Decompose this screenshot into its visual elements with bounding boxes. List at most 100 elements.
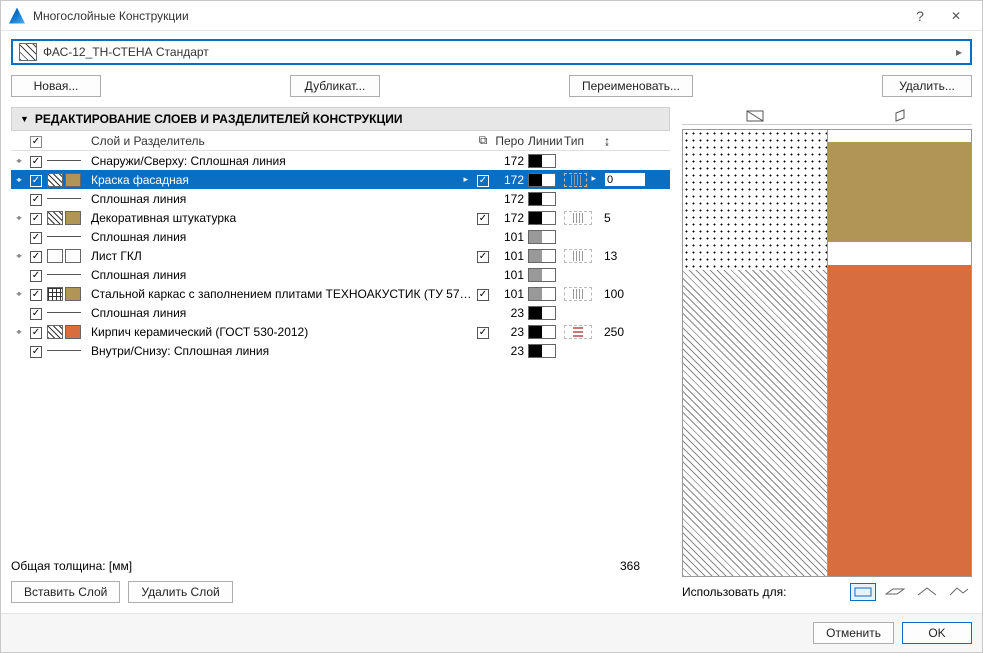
insert-layer-button[interactable]: Вставить Слой bbox=[11, 581, 120, 603]
col-lines[interactable]: Линии bbox=[528, 134, 564, 148]
row-name: Сплошная линия bbox=[87, 230, 472, 244]
thickness-value[interactable]: 13 bbox=[600, 249, 650, 263]
col-flag-icon[interactable]: ⧉ bbox=[472, 133, 494, 148]
pen-value[interactable]: 23 bbox=[494, 344, 528, 358]
row-name: Сплошная линия bbox=[87, 306, 472, 320]
pen-value[interactable]: 172 bbox=[494, 192, 528, 206]
layer-row[interactable]: ◂▸Лист ГКЛ10113 bbox=[11, 246, 670, 265]
row-checkbox[interactable] bbox=[30, 289, 42, 301]
use-wall-icon[interactable] bbox=[850, 583, 876, 601]
line-pen-chip[interactable] bbox=[528, 344, 556, 358]
col-type[interactable]: Тип bbox=[564, 134, 600, 148]
col-check-icon[interactable] bbox=[25, 133, 47, 148]
line-pen-chip[interactable] bbox=[528, 173, 556, 187]
row-expand-icon[interactable]: ▸ bbox=[459, 174, 472, 185]
duplicate-button[interactable]: Дубликат... bbox=[290, 75, 380, 97]
layers-grid[interactable]: ◂▸Снаружи/Сверху: Сплошная линия172◂▸Кра… bbox=[11, 151, 670, 551]
core-flag-checkbox[interactable] bbox=[477, 289, 489, 301]
core-flag-checkbox[interactable] bbox=[477, 327, 489, 339]
separator-row[interactable]: Сплошная линия 23 bbox=[11, 303, 670, 322]
layer-swatch-icon[interactable] bbox=[47, 287, 87, 301]
layer-swatch-icon[interactable] bbox=[47, 249, 87, 263]
layer-row[interactable]: ◂▸Стальной каркас с заполнением плитами … bbox=[11, 284, 670, 303]
line-pen-chip[interactable] bbox=[528, 192, 556, 206]
row-checkbox[interactable] bbox=[30, 327, 42, 339]
row-name: Внутри/Снизу: Сплошная линия bbox=[87, 344, 472, 358]
cancel-button[interactable]: Отменить bbox=[813, 622, 894, 644]
layer-swatch-icon[interactable] bbox=[47, 211, 87, 225]
separator-row[interactable]: ◂▸Снаружи/Сверху: Сплошная линия172 bbox=[11, 151, 670, 170]
use-shell-icon[interactable] bbox=[946, 583, 972, 601]
pen-value[interactable]: 101 bbox=[494, 287, 528, 301]
separator-row[interactable]: Сплошная линия172 bbox=[11, 189, 670, 208]
layer-row[interactable]: ◂▸Краска фасадная▸172▸ bbox=[11, 170, 670, 189]
pen-value[interactable]: 172 bbox=[494, 173, 528, 187]
layer-row[interactable]: ◂▸Декоративная штукатурка1725 bbox=[11, 208, 670, 227]
core-flag-checkbox[interactable] bbox=[477, 251, 489, 263]
separator-row[interactable]: Внутри/Снизу: Сплошная линия 23 bbox=[11, 341, 670, 360]
pen-value[interactable]: 101 bbox=[494, 268, 528, 282]
ok-button[interactable]: OK bbox=[902, 622, 972, 644]
total-thickness-value: 368 bbox=[620, 559, 670, 573]
close-button[interactable]: ✕ bbox=[938, 9, 974, 23]
row-checkbox[interactable] bbox=[30, 213, 42, 225]
pen-value[interactable]: 101 bbox=[494, 249, 528, 263]
layer-swatch-icon[interactable] bbox=[47, 325, 87, 339]
line-pen-chip[interactable] bbox=[528, 306, 556, 320]
composite-swatch-icon bbox=[19, 43, 37, 61]
line-type-chip[interactable] bbox=[564, 173, 587, 187]
pen-value[interactable]: 172 bbox=[494, 211, 528, 225]
row-checkbox[interactable] bbox=[30, 251, 42, 263]
use-for-label: Использовать для: bbox=[682, 585, 844, 599]
preview-mode-section[interactable] bbox=[682, 107, 827, 124]
use-roof-icon[interactable] bbox=[914, 583, 940, 601]
line-pen-chip[interactable] bbox=[528, 268, 556, 282]
line-pen-chip[interactable] bbox=[528, 249, 556, 263]
core-flag-checkbox[interactable] bbox=[477, 213, 489, 225]
remove-layer-button[interactable]: Удалить Слой bbox=[128, 581, 232, 603]
row-name: Снаружи/Сверху: Сплошная линия bbox=[87, 154, 472, 168]
use-slab-icon[interactable] bbox=[882, 583, 908, 601]
thickness-value[interactable]: 250 bbox=[600, 325, 650, 339]
thickness-input[interactable] bbox=[604, 172, 646, 187]
separator-row[interactable]: Сплошная линия101 bbox=[11, 265, 670, 284]
row-checkbox[interactable] bbox=[30, 194, 42, 206]
layer-row[interactable]: ◂▸Кирпич керамический (ГОСТ 530-2012)232… bbox=[11, 322, 670, 341]
line-pen-chip[interactable] bbox=[528, 154, 556, 168]
row-checkbox[interactable] bbox=[30, 346, 42, 358]
row-checkbox[interactable] bbox=[30, 232, 42, 244]
row-checkbox[interactable] bbox=[30, 270, 42, 282]
line-type-chip[interactable] bbox=[564, 211, 592, 225]
line-pen-chip[interactable] bbox=[528, 287, 556, 301]
pen-value[interactable]: 101 bbox=[494, 230, 528, 244]
line-type-chip[interactable] bbox=[564, 249, 592, 263]
preview-mode-surface[interactable] bbox=[827, 107, 972, 124]
line-pen-chip[interactable] bbox=[528, 230, 556, 244]
section-header[interactable]: ▼ РЕДАКТИРОВАНИЕ СЛОЕВ И РАЗДЕЛИТЕЛЕЙ КО… bbox=[11, 107, 670, 131]
help-button[interactable]: ? bbox=[902, 8, 938, 24]
thickness-value[interactable]: 5 bbox=[600, 211, 650, 225]
line-pen-chip[interactable] bbox=[528, 211, 556, 225]
pen-value[interactable]: 172 bbox=[494, 154, 528, 168]
pen-value[interactable]: 23 bbox=[494, 325, 528, 339]
layer-swatch-icon[interactable] bbox=[47, 173, 87, 187]
preview-mode-header bbox=[682, 107, 972, 125]
line-type-chip[interactable] bbox=[564, 287, 592, 301]
row-checkbox[interactable] bbox=[30, 156, 42, 168]
row-checkbox[interactable] bbox=[30, 175, 42, 187]
separator-row[interactable]: Сплошная линия 101 bbox=[11, 227, 670, 246]
core-flag-checkbox[interactable] bbox=[477, 175, 489, 187]
delete-button[interactable]: Удалить... bbox=[882, 75, 972, 97]
line-pen-chip[interactable] bbox=[528, 325, 556, 339]
col-thickness-icon[interactable]: ↨ bbox=[600, 134, 650, 148]
new-button[interactable]: Новая... bbox=[11, 75, 101, 97]
col-layer[interactable]: Слой и Разделитель bbox=[87, 134, 472, 148]
pen-value[interactable]: 23 bbox=[494, 306, 528, 320]
composite-selector[interactable]: ФАС-12_ТН-СТЕНА Стандарт ▸ bbox=[11, 39, 972, 65]
row-name: Стальной каркас с заполнением плитами ТЕ… bbox=[87, 287, 472, 301]
col-pen[interactable]: Перо bbox=[494, 134, 528, 148]
thickness-value[interactable]: 100 bbox=[600, 287, 650, 301]
row-checkbox[interactable] bbox=[30, 308, 42, 320]
line-type-chip[interactable] bbox=[564, 325, 592, 339]
rename-button[interactable]: Переименовать... bbox=[569, 75, 693, 97]
